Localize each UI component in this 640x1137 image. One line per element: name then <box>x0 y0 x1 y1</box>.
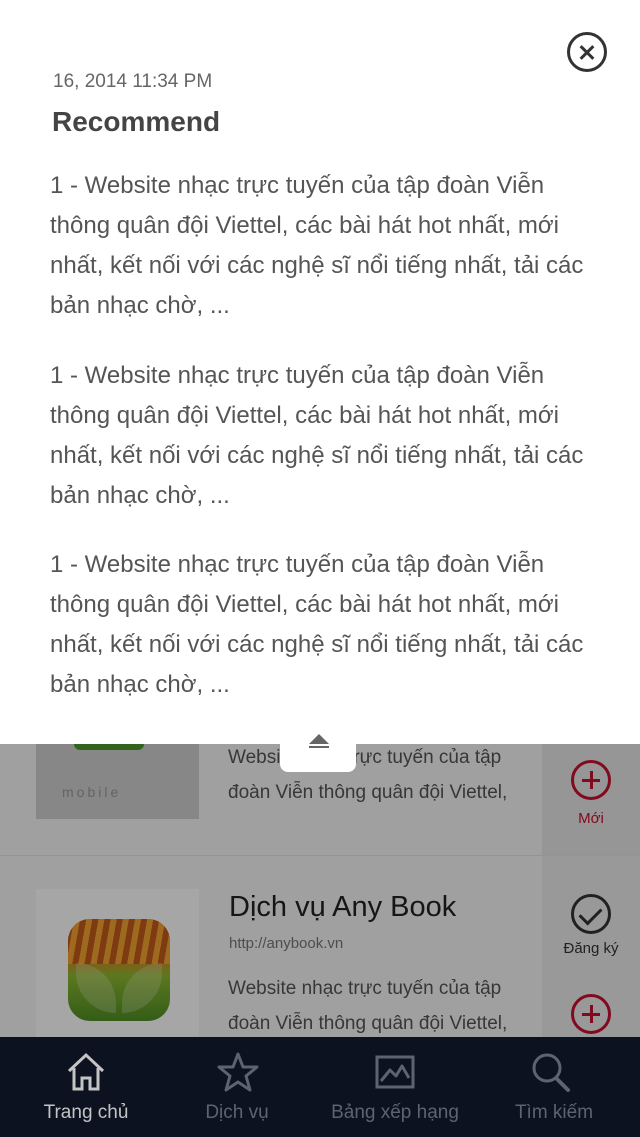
tab-label: Trang chủ <box>43 1102 129 1123</box>
popup-heading: Recommend <box>52 106 221 137</box>
tab-home[interactable]: Trang chủ <box>22 1037 150 1137</box>
tab-services[interactable]: Dịch vụ <box>177 1037 297 1137</box>
close-icon[interactable] <box>567 32 607 72</box>
star-icon <box>217 1052 259 1092</box>
chart-image-icon <box>375 1055 415 1089</box>
eject-up-icon <box>309 734 329 744</box>
tab-rankings[interactable]: Bảng xếp hạng <box>322 1037 468 1137</box>
tab-label: Bảng xếp hạng <box>331 1102 459 1123</box>
collapse-button[interactable] <box>280 720 356 772</box>
popup-date: 16, 2014 11:34 PM <box>53 71 213 92</box>
home-icon <box>67 1052 105 1091</box>
search-icon <box>532 1053 570 1092</box>
popup-paragraph: 1 - Website nhạc trực tuyến của tập đoàn… <box>50 362 584 509</box>
recommend-popup: 16, 2014 11:34 PM Recommend 1 - Website … <box>0 0 640 744</box>
tab-label: Tìm kiếm <box>514 1102 594 1123</box>
tab-label: Dịch vụ <box>205 1102 269 1123</box>
popup-paragraph: 1 - Website nhạc trực tuyến của tập đoàn… <box>50 172 584 319</box>
bottom-tab-bar: Trang chủ Dịch vụ Bảng xếp hạng Tìm kiếm <box>0 1037 640 1137</box>
tab-search[interactable]: Tìm kiếm <box>504 1037 604 1137</box>
popup-paragraph: 1 - Website nhạc trực tuyến của tập đoàn… <box>50 551 584 698</box>
